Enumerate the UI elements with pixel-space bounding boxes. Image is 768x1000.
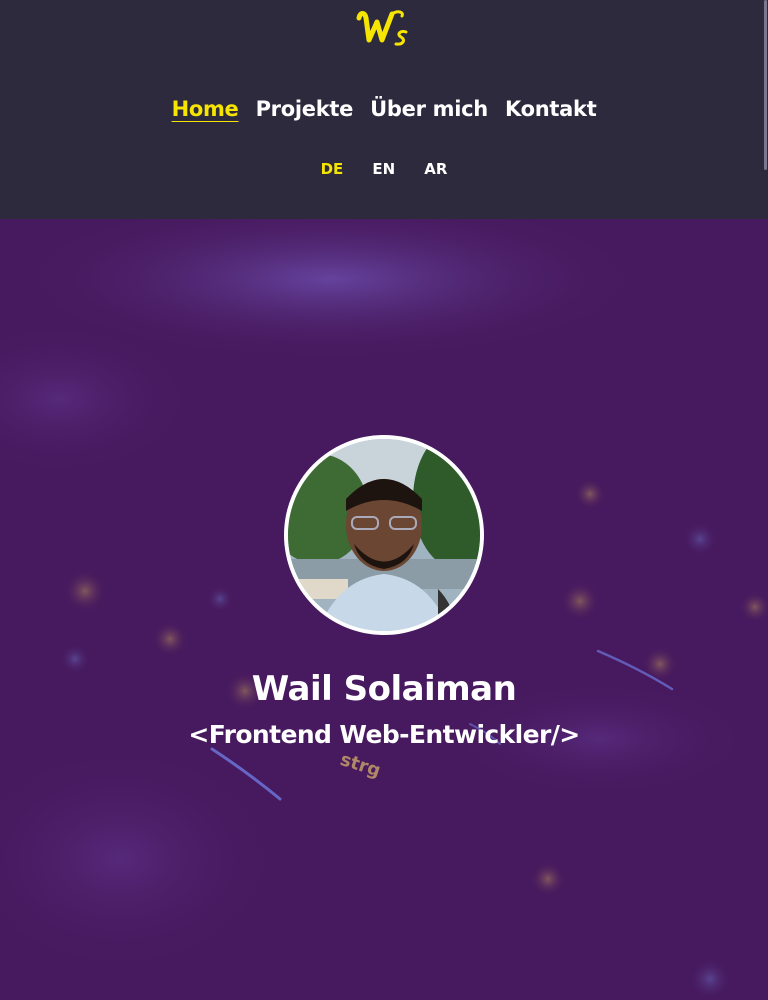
language-switcher: DE EN AR bbox=[0, 158, 768, 180]
logo[interactable] bbox=[354, 4, 420, 48]
nav-item-ueber-mich[interactable]: Über mich bbox=[370, 92, 488, 126]
profile-photo-image bbox=[288, 439, 480, 631]
main-nav: Home Projekte Über mich Kontakt bbox=[0, 92, 768, 126]
hero-name: Wail Solaiman bbox=[251, 668, 517, 709]
nav-item-home[interactable]: Home bbox=[172, 92, 239, 126]
site-header: Home Projekte Über mich Kontakt DE EN AR bbox=[0, 0, 768, 219]
scrollbar[interactable] bbox=[764, 0, 767, 170]
ws-logo-icon bbox=[356, 10, 408, 46]
lang-de[interactable]: DE bbox=[321, 158, 344, 180]
avatar bbox=[284, 435, 484, 635]
lang-en[interactable]: EN bbox=[372, 158, 395, 180]
hero-role: <Frontend Web-Entwickler/> bbox=[188, 719, 580, 749]
nav-item-kontakt[interactable]: Kontakt bbox=[505, 92, 597, 126]
nav-item-projekte[interactable]: Projekte bbox=[256, 92, 354, 126]
profile-photo bbox=[288, 439, 480, 631]
lang-ar[interactable]: AR bbox=[424, 158, 447, 180]
